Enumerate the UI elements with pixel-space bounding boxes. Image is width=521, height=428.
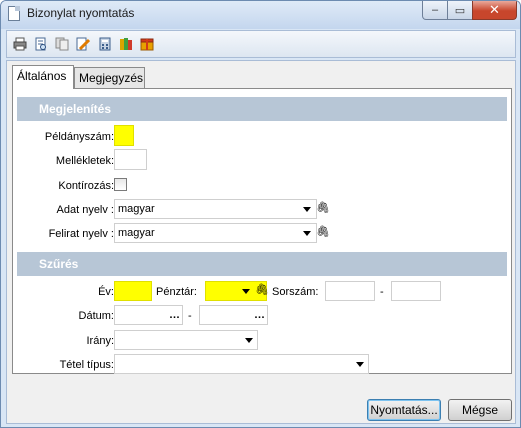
caption-language-select[interactable]: magyar xyxy=(114,223,317,243)
paperclip-icon[interactable]: 🖇 xyxy=(316,223,330,241)
print-dialog-window: Bizonylat nyomtatás – ▭ ✕ Általános Megj… xyxy=(0,0,521,428)
paperclip-icon[interactable]: 🖇 xyxy=(255,281,269,299)
chevron-down-icon[interactable] xyxy=(303,207,311,212)
section-display-header: Megjelenítés xyxy=(17,97,507,121)
edit-icon[interactable] xyxy=(76,37,90,51)
data-language-label: Adat nyelv : xyxy=(56,204,114,216)
year-label: Év: xyxy=(98,286,114,298)
document-icon xyxy=(8,6,20,21)
toolbar xyxy=(6,30,516,58)
print-preview-icon[interactable] xyxy=(34,37,48,51)
date-range-separator: - xyxy=(188,310,192,322)
section-filter-header: Szűrés xyxy=(17,252,507,276)
maximize-button[interactable]: ▭ xyxy=(447,1,473,20)
print-button[interactable]: Nyomtatás... xyxy=(367,399,441,421)
data-language-select[interactable]: magyar xyxy=(114,199,317,219)
chevron-down-icon[interactable] xyxy=(356,362,364,367)
chevron-down-icon[interactable] xyxy=(303,231,311,236)
printer-icon[interactable] xyxy=(13,37,27,51)
calculator-icon[interactable] xyxy=(98,37,112,51)
chevron-down-icon[interactable] xyxy=(242,289,250,294)
paperclip-icon[interactable]: 🖇 xyxy=(316,199,330,217)
tab-page-general: Megjelenítés Példányszám: Mellékletek: K… xyxy=(12,88,512,374)
copy-icon[interactable] xyxy=(55,37,69,51)
item-type-label: Tétel típus: xyxy=(59,359,114,371)
chevron-down-icon[interactable] xyxy=(245,338,253,343)
cancel-button[interactable]: Mégse xyxy=(448,399,512,421)
attachments-label: Mellékletek: xyxy=(55,155,114,167)
date-picker-icon[interactable]: … xyxy=(254,308,265,322)
serial-to-input[interactable] xyxy=(391,281,441,301)
serial-label: Sorszám: xyxy=(272,286,319,298)
minimize-button[interactable]: – xyxy=(422,1,448,20)
date-label: Dátum: xyxy=(78,310,114,322)
dialog-content: Általános Megjegyzés Megjelenítés Példán… xyxy=(6,60,516,424)
posting-checkbox[interactable] xyxy=(114,178,127,191)
copies-input[interactable] xyxy=(114,125,134,146)
item-type-select[interactable] xyxy=(114,354,369,374)
package-icon[interactable] xyxy=(140,37,154,51)
serial-from-input[interactable] xyxy=(325,281,375,301)
close-button[interactable]: ✕ xyxy=(472,1,517,20)
tab-notes[interactable]: Megjegyzés xyxy=(74,67,145,89)
attachments-input[interactable] xyxy=(114,149,147,170)
direction-label: Irány: xyxy=(86,335,114,347)
title-bar: Bizonylat nyomtatás – ▭ ✕ xyxy=(1,1,520,29)
cashbox-label: Pénztár: xyxy=(156,286,197,298)
posting-label: Kontírozás: xyxy=(58,180,114,192)
direction-select[interactable] xyxy=(114,330,258,350)
tab-general[interactable]: Általános xyxy=(12,65,74,89)
caption-language-label: Felirat nyelv : xyxy=(48,228,114,240)
serial-range-separator: - xyxy=(380,286,384,298)
year-input[interactable] xyxy=(114,281,152,301)
books-icon[interactable] xyxy=(119,37,133,51)
copies-label: Példányszám: xyxy=(44,131,114,143)
date-picker-icon[interactable]: … xyxy=(169,308,180,322)
window-title: Bizonylat nyomtatás xyxy=(27,6,135,20)
